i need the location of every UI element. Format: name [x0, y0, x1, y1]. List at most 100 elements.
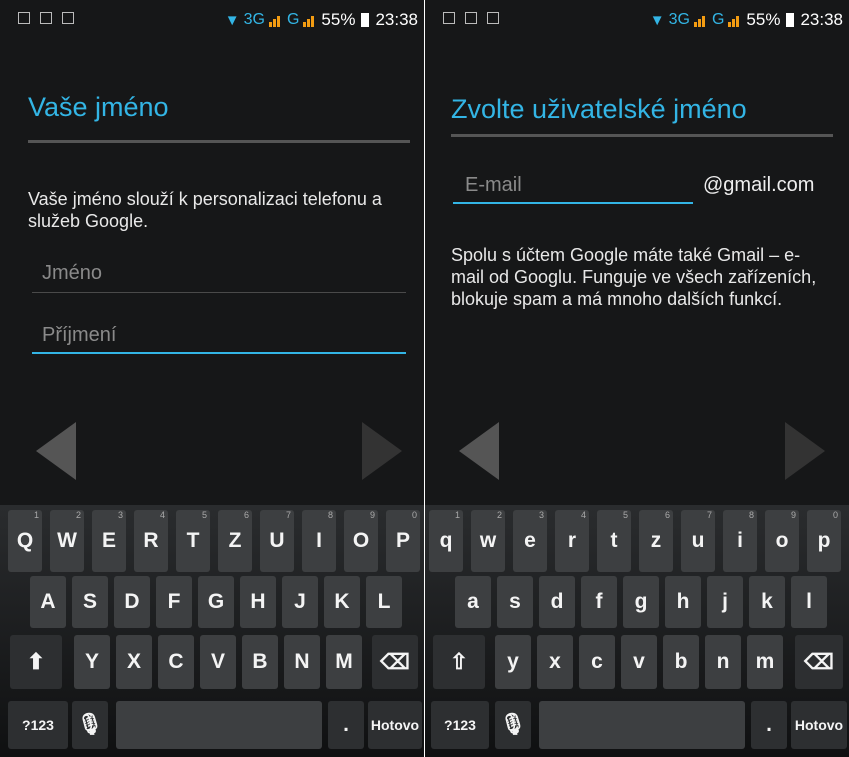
- key-u[interactable]: 7u: [681, 510, 715, 572]
- key-j[interactable]: J: [282, 576, 318, 628]
- key-i[interactable]: 8i: [723, 510, 757, 572]
- key-a[interactable]: a: [455, 576, 491, 628]
- back-arrow-icon[interactable]: [459, 422, 499, 480]
- key-g[interactable]: G: [198, 576, 234, 628]
- shift-icon: ⇧: [449, 649, 469, 674]
- done-key[interactable]: Hotovo: [368, 701, 422, 749]
- key-h[interactable]: h: [665, 576, 701, 628]
- key-o[interactable]: 9o: [765, 510, 799, 572]
- key-x[interactable]: X: [116, 635, 152, 689]
- key-s[interactable]: s: [497, 576, 533, 628]
- key-y[interactable]: y: [495, 635, 531, 689]
- right-screen: ▼ 3G G 55% 23:38 Zvolte uživatelské jmén…: [425, 0, 849, 757]
- key-c[interactable]: C: [158, 635, 194, 689]
- page-title: Zvolte uživatelské jméno: [451, 94, 747, 124]
- key-h[interactable]: H: [240, 576, 276, 628]
- key-v[interactable]: V: [200, 635, 236, 689]
- mic-key[interactable]: 🎙: [495, 701, 531, 749]
- first-name-input[interactable]: Jméno: [42, 262, 102, 285]
- lock-icon: [465, 12, 477, 24]
- key-a[interactable]: A: [30, 576, 66, 628]
- key-g[interactable]: g: [623, 576, 659, 628]
- delete-key[interactable]: ⌫: [795, 635, 843, 689]
- key-p[interactable]: 0P: [386, 510, 420, 572]
- page-title: Vaše jméno: [28, 92, 169, 122]
- email-underline: [453, 202, 693, 204]
- left-screen: ▼ 3G G 55% 23:38 Vaše jméno Vaše jméno s…: [0, 0, 424, 757]
- keyboard: 1Q 2W 3E 4R 5T 6Z 7U 8I 9O 0P A S D F G …: [0, 505, 424, 757]
- space-key[interactable]: [539, 701, 745, 749]
- key-m[interactable]: m: [747, 635, 783, 689]
- key-l[interactable]: L: [366, 576, 402, 628]
- battery-icon: [361, 13, 370, 27]
- battery-icon: [786, 13, 795, 27]
- back-arrow-icon[interactable]: [36, 422, 76, 480]
- key-z[interactable]: 6Z: [218, 510, 252, 572]
- signal-icon: [693, 13, 708, 27]
- key-t[interactable]: 5T: [176, 510, 210, 572]
- key-e[interactable]: 3e: [513, 510, 547, 572]
- keyboard: 1q 2w 3e 4r 5t 6z 7u 8i 9o 0p a s d f g …: [425, 505, 849, 757]
- key-w[interactable]: 2W: [50, 510, 84, 572]
- key-s[interactable]: S: [72, 576, 108, 628]
- key-q[interactable]: 1q: [429, 510, 463, 572]
- shift-key[interactable]: ⬆: [10, 635, 62, 689]
- shift-key[interactable]: ⇧: [433, 635, 485, 689]
- delete-icon: ⌫: [804, 650, 834, 674]
- key-d[interactable]: d: [539, 576, 575, 628]
- key-z[interactable]: 6z: [639, 510, 673, 572]
- key-q[interactable]: 1Q: [8, 510, 42, 572]
- key-w[interactable]: 2w: [471, 510, 505, 572]
- lock-icon: [40, 12, 52, 24]
- key-k[interactable]: K: [324, 576, 360, 628]
- key-f[interactable]: f: [581, 576, 617, 628]
- last-name-input[interactable]: Příjmení: [42, 324, 116, 347]
- network-g-label: G: [286, 11, 300, 28]
- description: Spolu s účtem Google máte také Gmail – e…: [451, 245, 817, 309]
- key-o[interactable]: 9O: [344, 510, 378, 572]
- next-arrow-icon[interactable]: [362, 422, 402, 480]
- keyboard-notification-icon: [443, 12, 455, 24]
- signal-icon: [268, 13, 283, 27]
- image-notification-icon: [62, 12, 74, 24]
- key-k[interactable]: k: [749, 576, 785, 628]
- key-m[interactable]: M: [326, 635, 362, 689]
- key-d[interactable]: D: [114, 576, 150, 628]
- key-t[interactable]: 5t: [597, 510, 631, 572]
- microphone-icon: 🎙: [499, 713, 527, 736]
- key-b[interactable]: b: [663, 635, 699, 689]
- key-i[interactable]: 8I: [302, 510, 336, 572]
- signal-icon: [303, 13, 317, 27]
- key-x[interactable]: x: [537, 635, 573, 689]
- key-j[interactable]: j: [707, 576, 743, 628]
- email-input[interactable]: E-mail: [465, 174, 522, 197]
- network-3g-label: 3G: [243, 11, 265, 28]
- key-n[interactable]: n: [705, 635, 741, 689]
- key-u[interactable]: 7U: [260, 510, 294, 572]
- mic-key[interactable]: 🎙: [72, 701, 108, 749]
- key-f[interactable]: F: [156, 576, 192, 628]
- title-divider: [451, 134, 833, 137]
- period-key[interactable]: .: [751, 701, 787, 749]
- key-r[interactable]: 4r: [555, 510, 589, 572]
- key-r[interactable]: 4R: [134, 510, 168, 572]
- next-arrow-icon[interactable]: [785, 422, 825, 480]
- key-e[interactable]: 3E: [92, 510, 126, 572]
- symbols-key[interactable]: ?123: [431, 701, 489, 749]
- done-key[interactable]: Hotovo: [791, 701, 847, 749]
- delete-key[interactable]: ⌫: [372, 635, 418, 689]
- symbols-key[interactable]: ?123: [8, 701, 68, 749]
- key-c[interactable]: c: [579, 635, 615, 689]
- space-key[interactable]: [116, 701, 322, 749]
- image-notification-icon: [487, 12, 499, 24]
- period-key[interactable]: .: [328, 701, 364, 749]
- key-b[interactable]: B: [242, 635, 278, 689]
- signal-icon: [728, 13, 742, 27]
- key-p[interactable]: 0p: [807, 510, 841, 572]
- clock: 23:38: [800, 10, 843, 29]
- battery-percent: 55%: [321, 10, 356, 29]
- key-n[interactable]: N: [284, 635, 320, 689]
- key-l[interactable]: l: [791, 576, 827, 628]
- key-v[interactable]: v: [621, 635, 657, 689]
- key-y[interactable]: Y: [74, 635, 110, 689]
